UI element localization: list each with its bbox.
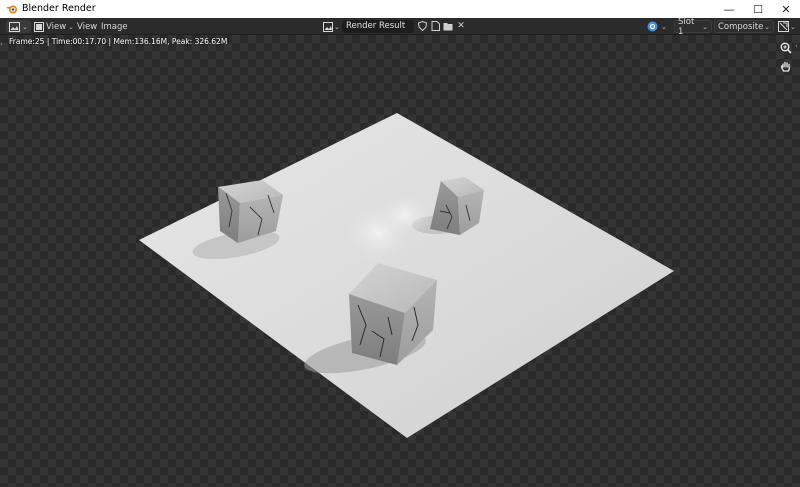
shield-fake-user-icon[interactable] <box>417 21 427 31</box>
image-name-field[interactable]: Render Result <box>342 20 414 33</box>
view-mode-dropdown[interactable]: View ⌄ <box>31 20 77 33</box>
render-pass-label: Composite <box>718 21 764 32</box>
chevron-down-icon: ⌄ <box>661 22 667 31</box>
chevron-down-icon: ⌄ <box>68 22 75 31</box>
maximize-button[interactable]: ☐ <box>744 0 772 18</box>
view-mode-label: View <box>46 21 67 32</box>
editor-type-dropdown[interactable]: ⌄ <box>6 20 31 33</box>
sample-tool-icon <box>778 21 789 32</box>
minimize-button[interactable]: — <box>715 0 743 18</box>
menu-view[interactable]: View <box>77 21 97 33</box>
render-result-image <box>139 113 674 438</box>
image-editor-header: ⌄ View ⌄ View Image ⌄ Render Result ✕ ⌄ … <box>0 17 800 37</box>
close-window-button[interactable]: ✕ <box>772 0 800 18</box>
unlink-close-icon[interactable]: ✕ <box>456 21 466 31</box>
slot-label: Slot 1 <box>678 16 695 37</box>
sidebar-toggle-dropdown[interactable]: ⌄ <box>778 20 796 33</box>
chevron-down-icon: ⌄ <box>764 22 770 31</box>
render-viewport[interactable]: Frame:25 | Time:00:17.70 | Mem:136.16M, … <box>0 35 800 487</box>
new-image-icon[interactable] <box>430 21 440 31</box>
render-pass-dropdown[interactable]: Composite ⌄ <box>714 20 774 33</box>
globe-icon <box>647 21 658 32</box>
smoke-plume <box>375 193 435 237</box>
slot-dropdown[interactable]: Slot 1 ⌄ <box>674 17 712 37</box>
open-folder-icon[interactable] <box>443 21 453 31</box>
blender-logo-icon <box>7 5 17 14</box>
chevron-down-icon: ⌄ <box>790 22 796 31</box>
chevron-down-icon: ⌄ <box>22 22 28 31</box>
chevron-down-icon: ⌄ <box>702 22 708 31</box>
window-title: Blender Render <box>22 3 96 14</box>
browse-image-dropdown[interactable]: ⌄ <box>323 20 340 33</box>
menu-image[interactable]: Image <box>101 21 128 33</box>
view-icon <box>34 21 44 32</box>
chevron-down-icon: ⌄ <box>334 22 340 31</box>
window-title-bar: Blender Render — ☐ ✕ <box>0 0 800 18</box>
image-editor-icon <box>9 21 20 32</box>
image-browse-icon <box>323 21 333 32</box>
display-channels-dropdown[interactable]: ⌄ <box>647 20 667 33</box>
